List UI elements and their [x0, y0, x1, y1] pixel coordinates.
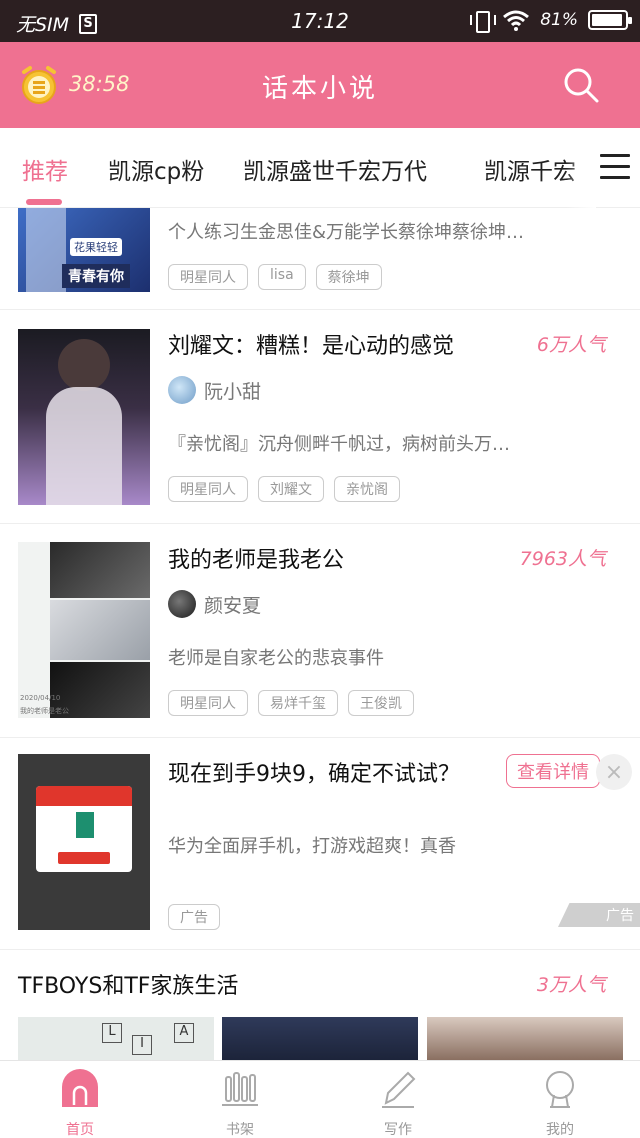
author-name: 阮小甜 [204, 380, 262, 403]
section-thumb[interactable]: L I A [18, 1017, 214, 1060]
ad-desc: 华为全面屏手机，打游戏超爽！真香 [168, 836, 456, 857]
cover-photo-1 [50, 542, 150, 598]
tab-recommend[interactable]: 推荐 [22, 152, 68, 186]
bottom-nav: 首页 书架 写作 我的 [0, 1060, 640, 1138]
section-thumb[interactable] [427, 1017, 623, 1060]
profile-icon [546, 1071, 574, 1108]
cover-photo-2 [50, 600, 150, 660]
ad-close-icon[interactable]: × [596, 754, 632, 790]
ad-view-details-button[interactable]: 查看详情 [506, 754, 600, 788]
ad-cover [18, 754, 150, 930]
cover-label-top: 花果轻轻 [70, 238, 122, 256]
thumb-letter: A [174, 1023, 194, 1043]
ad-title[interactable]: 现在到手9块9，确定不试试？ [168, 756, 460, 788]
tag[interactable]: 易烊千玺 [258, 690, 338, 716]
thumb-letter: L [102, 1023, 122, 1043]
active-tab-indicator [26, 199, 62, 205]
story-desc: 老师是自家老公的悲哀事件 [168, 648, 384, 669]
tag[interactable]: 明星同人 [168, 476, 248, 502]
status-right: 81% [470, 9, 632, 33]
author-avatar [168, 376, 196, 404]
home-icon [62, 1069, 98, 1107]
story-tags: 明星同人 刘耀文 亲忧阁 [168, 476, 400, 502]
nav-bookshelf[interactable]: 书架 [200, 1069, 280, 1138]
cover-figure [26, 208, 66, 292]
pencil-icon [382, 1071, 416, 1108]
nav-profile[interactable]: 我的 [520, 1069, 600, 1138]
nav-profile-label: 我的 [546, 1122, 574, 1138]
ad-popup-header [36, 786, 132, 806]
tag[interactable]: 明星同人 [168, 264, 248, 290]
cover-label-bottom: 青春有你 [62, 264, 130, 288]
ad-tag: 广告 [168, 904, 220, 930]
tabs-fade [566, 128, 596, 208]
wifi-icon [503, 10, 530, 31]
battery-percent: 81% [540, 10, 578, 30]
battery-icon [588, 10, 632, 30]
search-icon[interactable] [562, 66, 600, 104]
app-title: 话本小说 [261, 74, 378, 104]
tab-kaiyuan-shengshi[interactable]: 凯源盛世千宏万代 [243, 152, 427, 186]
nav-home-label: 首页 [66, 1122, 94, 1138]
story-title[interactable]: 我的老师是我老公 [168, 542, 344, 574]
story-author[interactable]: 颜安夏 [168, 590, 261, 618]
status-bar: 无SIM S 17:12 81% [0, 0, 640, 42]
thumb-letter: I [132, 1035, 152, 1055]
story-popularity: 6万人气 [536, 334, 606, 356]
nav-bookshelf-label: 书架 [226, 1122, 254, 1138]
tab-kaiyuan-cp[interactable]: 凯源cp粉 [108, 152, 204, 186]
nav-write-label: 写作 [384, 1122, 412, 1138]
author-avatar [168, 590, 196, 618]
category-tabs: 推荐 凯源cp粉 凯源盛世千宏万代 凯源千宏 [0, 128, 640, 208]
section-popularity: 3万人气 [536, 974, 606, 996]
tag[interactable]: lisa [258, 264, 306, 290]
section-title[interactable]: TFBOYS和TF家族生活 [18, 968, 238, 1000]
menu-icon[interactable] [600, 154, 630, 180]
story-tags: 明星同人 lisa 蔡徐坤 [168, 264, 382, 290]
story-desc: 『亲忧阁』沉舟侧畔千帆过，病树前头万… [168, 434, 510, 455]
ad-badge: 广告 [558, 903, 640, 927]
story-desc: 个人练习生金思佳&万能学长蔡徐坤蔡徐坤… [168, 222, 525, 243]
tag[interactable]: 蔡徐坤 [315, 264, 382, 290]
bookshelf-icon [222, 1072, 258, 1106]
app-header: 38:58 话本小说 [0, 42, 640, 128]
nav-home[interactable]: 首页 [40, 1069, 120, 1138]
ad-tags: 广告 [168, 904, 220, 930]
story-tags: 明星同人 易烊千玺 王俊凯 [168, 690, 414, 716]
author-name: 颜安夏 [204, 594, 262, 617]
story-author[interactable]: 阮小甜 [168, 376, 261, 404]
story-cover [18, 329, 150, 505]
cover-date: 2020/04/10 [20, 694, 61, 702]
vibrate-icon [470, 9, 497, 33]
ad-phone [76, 812, 94, 838]
story-card[interactable]: 花果轻轻 青春有你 个人练习生金思佳&万能学长蔡徐坤蔡徐坤… 明星同人 lisa… [0, 208, 640, 310]
tag[interactable]: 亲忧阁 [334, 476, 400, 502]
ad-card[interactable]: 现在到手9块9，确定不试试？ 查看详情 × 华为全面屏手机，打游戏超爽！真香 广… [0, 738, 640, 950]
nav-write[interactable]: 写作 [358, 1069, 438, 1138]
story-card[interactable]: 2020/04/10 我的老师是老公 我的老师是我老公 7963人气 颜安夏 老… [0, 524, 640, 738]
tag[interactable]: 明星同人 [168, 690, 248, 716]
story-title[interactable]: 刘耀文：糟糕！是心动的感觉 [168, 328, 454, 360]
story-card[interactable]: 刘耀文：糟糕！是心动的感觉 6万人气 阮小甜 『亲忧阁』沉舟侧畔千帆过，病树前头… [0, 310, 640, 524]
cover-head [58, 339, 110, 391]
story-cover: 2020/04/10 我的老师是老公 [18, 542, 150, 718]
story-popularity: 7963人气 [519, 548, 606, 570]
tab-kaiyuan-qianhong[interactable]: 凯源千宏 [484, 152, 576, 186]
section-thumb[interactable] [222, 1017, 418, 1060]
tag[interactable]: 王俊凯 [348, 690, 414, 716]
cover-body [46, 387, 122, 505]
story-cover: 花果轻轻 青春有你 [18, 208, 150, 292]
story-feed[interactable]: 花果轻轻 青春有你 个人练习生金思佳&万能学长蔡徐坤蔡徐坤… 明星同人 lisa… [0, 208, 640, 1060]
ad-popup-button [58, 852, 110, 864]
cover-caption: 我的老师是老公 [20, 707, 69, 715]
tag[interactable]: 刘耀文 [258, 476, 324, 502]
